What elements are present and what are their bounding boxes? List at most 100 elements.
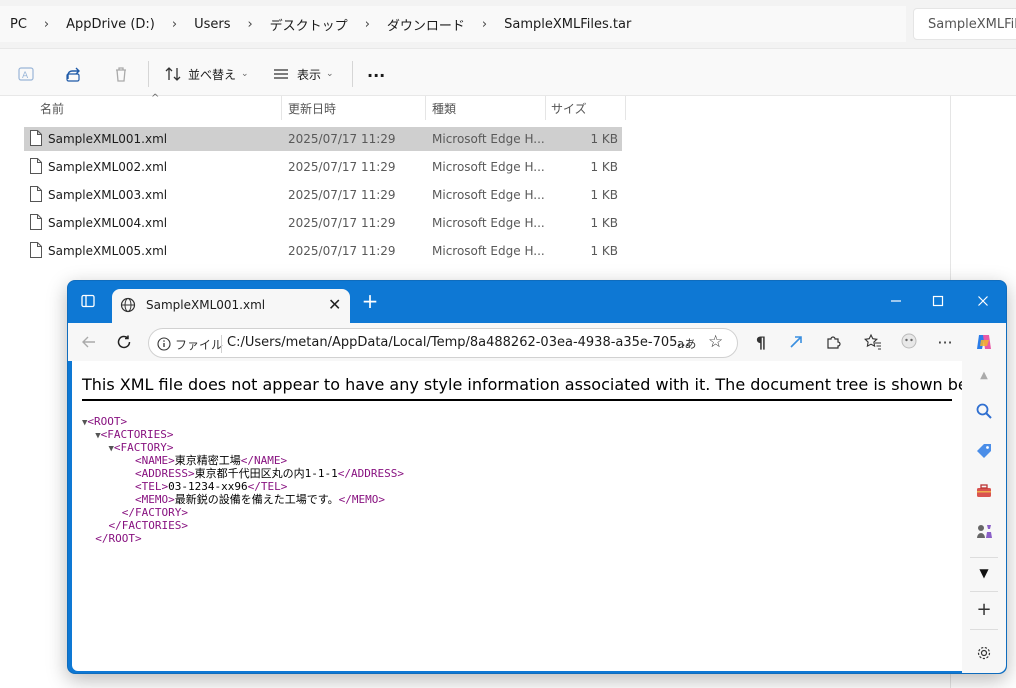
sidebar-scroll-down-icon[interactable]: ▼ <box>972 561 996 585</box>
sidebar-add-icon[interactable]: + <box>972 597 996 621</box>
edge-sidebar: ▲ ▼ + <box>962 361 1006 673</box>
more-options-button[interactable]: ... <box>367 60 385 82</box>
settings-more-icon[interactable]: ··· <box>934 331 956 353</box>
avatar-glyph <box>901 333 917 349</box>
favorites-icon[interactable] <box>862 331 884 353</box>
maximize-button[interactable] <box>926 289 950 313</box>
xml-text: 03-1234-xx96 <box>168 480 248 493</box>
tab-actions-button[interactable] <box>76 289 100 313</box>
xml-line-factory-close: </FACTORY> <box>82 506 404 519</box>
share-button[interactable] <box>65 63 83 85</box>
column-header-size[interactable]: サイズ <box>551 96 587 120</box>
copilot-icon[interactable] <box>973 331 995 353</box>
profile-avatar[interactable] <box>898 331 920 353</box>
xml-line-tel: <TEL>03-1234-xx96</TEL> <box>82 480 404 493</box>
back-button[interactable] <box>78 331 100 353</box>
share-icon <box>66 67 80 82</box>
xml-line-factories-open[interactable]: ▼<FACTORIES> <box>82 428 404 441</box>
rename-icon: A <box>18 67 34 81</box>
sidebar-divider <box>970 591 998 592</box>
xml-tag: <NAME> <box>134 454 175 467</box>
breadcrumb-appdrive[interactable]: AppDrive (D:) <box>66 17 155 32</box>
extension-arrow-icon[interactable] <box>785 331 807 353</box>
file-row-4[interactable]: SampleXML004.xml 2025/07/17 11:29 Micros… <box>24 211 622 235</box>
file-row-3[interactable]: SampleXML003.xml 2025/07/17 11:29 Micros… <box>24 183 622 207</box>
column-divider[interactable] <box>545 96 546 120</box>
pilcrow-extension-icon[interactable]: ¶ <box>750 331 772 353</box>
file-icon <box>30 158 42 174</box>
column-divider[interactable] <box>425 96 426 120</box>
xml-document-tree: ▼<ROOT> ▼<FACTORIES> ▼<FACTORY> <NAME>東京… <box>82 415 404 545</box>
file-type: Microsoft Edge H... <box>432 188 545 202</box>
sidebar-shopping-icon[interactable] <box>972 439 996 463</box>
xml-line-factories-close: </FACTORIES> <box>82 519 404 532</box>
new-tab-button[interactable]: + <box>358 289 382 313</box>
chevron-right-icon: › <box>481 16 488 32</box>
view-button[interactable]: 表示 ⌄ <box>272 63 334 85</box>
breadcrumb-pc[interactable]: PC <box>10 17 27 32</box>
file-row-5[interactable]: SampleXML005.xml 2025/07/17 11:29 Micros… <box>24 239 622 263</box>
close-tab-icon[interactable]: ✕ <box>328 295 341 314</box>
file-size: 1 KB <box>590 216 618 230</box>
breadcrumb-tar[interactable]: SampleXMLFiles.tar <box>504 17 631 32</box>
command-bar: A 並べ替え ⌄ 表示 ⌄ ... <box>0 48 1016 96</box>
xml-no-style-notice: This XML file does not appear to have an… <box>82 375 999 401</box>
rename-button[interactable]: A <box>17 63 35 85</box>
file-modified: 2025/07/17 11:29 <box>288 160 396 174</box>
breadcrumb-desktop[interactable]: デスクトップ <box>270 15 348 34</box>
chevron-down-icon: ⌄ <box>326 69 334 79</box>
minimize-button[interactable] <box>884 289 908 313</box>
close-window-button[interactable] <box>971 289 995 313</box>
sidebar-divider <box>970 557 998 558</box>
file-row-2[interactable]: SampleXML002.xml 2025/07/17 11:29 Micros… <box>24 155 622 179</box>
site-info-button[interactable]: ファイル <box>157 335 223 353</box>
tab-strip: SampleXML001.xml ✕ + <box>68 281 1006 323</box>
toolbox-glyph <box>977 484 991 497</box>
search-glyph <box>976 403 992 419</box>
chevron-down-icon: ⌄ <box>241 69 249 79</box>
refresh-button[interactable] <box>113 331 135 353</box>
sort-button[interactable]: 並べ替え ⌄ <box>164 63 249 85</box>
chess-glyph <box>977 525 992 538</box>
breadcrumb-users[interactable]: Users <box>194 17 230 32</box>
file-row-1[interactable]: SampleXML001.xml 2025/07/17 11:29 Micros… <box>24 127 622 151</box>
xml-line-root-open[interactable]: ▼<ROOT> <box>82 415 404 428</box>
file-modified: 2025/07/17 11:29 <box>288 244 396 258</box>
address-bar[interactable]: ファイル C:/Users/metan/AppData/Local/Temp/8… <box>148 328 738 358</box>
sort-label: 並べ替え <box>188 67 237 82</box>
column-divider[interactable] <box>281 96 282 120</box>
list-view-icon <box>274 69 288 79</box>
column-header-modified[interactable]: 更新日時 <box>288 96 336 120</box>
breadcrumb[interactable]: PC › AppDrive (D:) › Users › デスクトップ › ダウ… <box>0 6 906 42</box>
tag-glyph <box>977 444 991 458</box>
sidebar-games-icon[interactable] <box>972 519 996 543</box>
xml-line-root-close: </ROOT> <box>82 532 404 545</box>
sidebar-search-icon[interactable] <box>972 399 996 423</box>
file-size: 1 KB <box>590 132 618 146</box>
file-name: SampleXML001.xml <box>48 132 168 146</box>
arrow-left-icon <box>82 336 95 348</box>
tab-samplexml001[interactable]: SampleXML001.xml ✕ <box>112 289 350 323</box>
column-header-name[interactable]: 名前 <box>40 96 64 120</box>
delete-button[interactable] <box>112 63 130 85</box>
file-name: SampleXML002.xml <box>48 160 168 174</box>
search-input[interactable]: SampleXMLFiles.tar <box>913 8 1016 40</box>
extensions-puzzle-icon[interactable] <box>822 331 844 353</box>
sidebar-settings-icon[interactable] <box>972 641 996 665</box>
sidebar-scroll-up-icon[interactable]: ▲ <box>972 363 996 387</box>
xml-tag: </MEMO> <box>338 493 385 506</box>
file-name: SampleXML004.xml <box>48 216 168 230</box>
file-size: 1 KB <box>590 244 618 258</box>
favorite-star-icon[interactable]: ☆ <box>708 332 723 352</box>
address-divider <box>221 335 222 353</box>
file-icon <box>30 214 42 230</box>
column-header-type[interactable]: 種類 <box>432 96 456 120</box>
sidebar-divider <box>970 629 998 630</box>
xml-line-memo: <MEMO>最新鋭の設備を備えた工場です。</MEMO> <box>82 493 404 506</box>
file-type: Microsoft Edge H... <box>432 160 545 174</box>
sidebar-tools-icon[interactable] <box>972 479 996 503</box>
read-aloud-icon[interactable]: aあ <box>677 335 696 352</box>
xml-line-factory-open[interactable]: ▼<FACTORY> <box>82 441 404 454</box>
breadcrumb-downloads[interactable]: ダウンロード <box>387 15 465 34</box>
column-divider[interactable] <box>625 96 626 120</box>
